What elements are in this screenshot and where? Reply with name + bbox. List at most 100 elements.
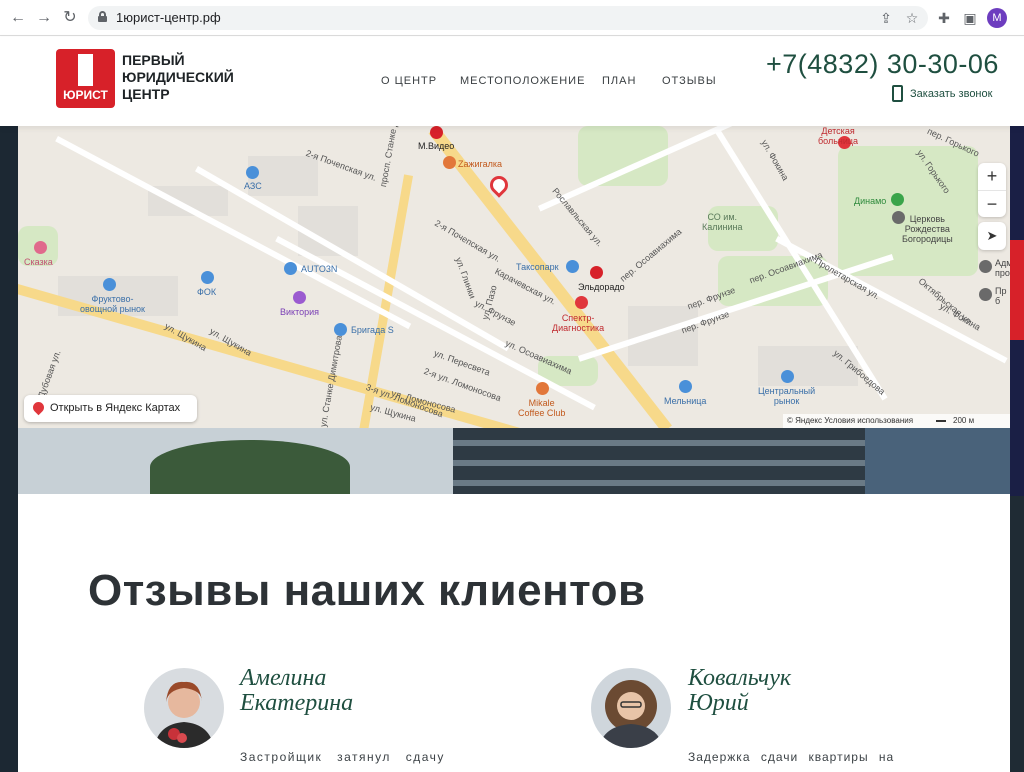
reload-icon[interactable]: ↻ [60, 8, 80, 28]
copyright-text[interactable]: © Яндекс Условия использования [787, 416, 913, 425]
poi-label: Бригада S [351, 325, 394, 335]
gas-station-icon[interactable] [246, 166, 259, 179]
share-icon[interactable]: ⇪ [876, 8, 896, 28]
street-label: 2-я Почепская ул. [433, 218, 503, 264]
poi-label: Мельница [664, 396, 707, 406]
browser-toolbar: ← → ↻ 1юрист-центр.рф ⇪ ☆ ✚ ▣ M [0, 0, 1024, 36]
scale-bar [936, 420, 946, 422]
open-in-yandex-label: Открыть в Яндекс Картах [50, 402, 181, 414]
background-red-accent [1010, 240, 1024, 340]
poi-label: АЗС [244, 181, 262, 191]
victoria-marker[interactable] [293, 291, 306, 304]
building-image [453, 428, 865, 494]
poi-label: Пр б [995, 286, 1007, 306]
nav-location[interactable]: МЕСТОПОЛОЖЕНИЕ [460, 75, 585, 87]
logo-text-line3: ЦЕНТР [122, 86, 170, 102]
logo-text: ПЕРВЫЙ ЮРИДИЧЕСКИЙ ЦЕНТР [122, 52, 234, 103]
phone-icon [892, 85, 903, 102]
map-copyright: © Яндекс Условия использования 200 м [783, 414, 1010, 428]
poi-label: Фруктово- овощной рынок [80, 294, 145, 314]
admin-marker[interactable] [979, 260, 992, 273]
building-right-image [865, 428, 1010, 494]
phone-number[interactable]: +7(4832) 30-30-06 [766, 49, 999, 80]
reviewer-name-line2: Екатерина [240, 690, 354, 716]
reviewer-name-line1: Ковальчук [688, 665, 792, 691]
back-icon[interactable]: ← [8, 8, 28, 28]
logo-one-glyph [78, 54, 93, 86]
dinamo-marker[interactable] [891, 193, 904, 206]
central-market-marker[interactable] [781, 370, 794, 383]
poi-label: Эльдорадо [578, 282, 625, 292]
sports-icon[interactable] [201, 271, 214, 284]
street-label: ул. Фрунзе [473, 298, 518, 328]
street-label: проcп. Станке Димитрова [378, 126, 407, 188]
reviewer-name: Ковальчук Юрий [688, 666, 791, 716]
trees-image [150, 440, 350, 494]
poi-label: Детская больница [818, 126, 859, 146]
brigada-marker[interactable] [334, 323, 347, 336]
reviews-title: Отзывы наших клиентов [88, 566, 646, 615]
poi-label: Таксопарк [516, 262, 559, 272]
profile-avatar[interactable]: M [987, 8, 1007, 28]
review-text: Застройщик затянул сдачу [240, 750, 445, 764]
skazka-marker[interactable] [34, 241, 47, 254]
geolocation-button[interactable]: ➤ [978, 222, 1006, 250]
eldorado-marker[interactable] [590, 266, 603, 279]
poi-label: Церковь Рождества Богородицы [902, 214, 953, 244]
callback-link[interactable]: Заказать звонок [910, 88, 992, 100]
review-text: Задержка сдачи квартиры на [688, 750, 895, 764]
logo[interactable]: ЮРИСТ [56, 49, 115, 108]
street-label: Рославльская ул. [550, 186, 605, 249]
zazhigalka-marker[interactable] [443, 156, 456, 169]
coffee-marker[interactable] [536, 382, 549, 395]
reviewer-name-line2: Юрий [688, 690, 749, 716]
forward-icon[interactable]: → [34, 8, 54, 28]
logo-text-line2: ЮРИДИЧЕСКИЙ [122, 69, 234, 85]
street-label: 2-я ул. Ломоносова [422, 366, 503, 404]
street-label: пер. Осоавиахима [618, 226, 684, 284]
open-in-yandex-maps-button[interactable]: Открыть в Яндекс Картах [24, 395, 197, 422]
nav-plan[interactable]: ПЛАН [602, 75, 636, 87]
street-label: ул. Фокина [759, 138, 791, 183]
poi-label: СО им. Калинина [702, 212, 743, 232]
market-icon[interactable] [103, 278, 116, 291]
reviews-section: Отзывы наших клиентов Амелина Екатерина … [18, 494, 1010, 772]
yandex-map[interactable]: 2-я Почепская ул. проcп. Станке Димитров… [18, 126, 1010, 428]
star-icon[interactable]: ☆ [902, 8, 922, 28]
zoom-in-button[interactable]: + [978, 163, 1006, 190]
clinic-marker[interactable] [575, 296, 588, 309]
map-pin-icon [30, 399, 47, 416]
poi-label: Zажигалка [458, 159, 503, 169]
poi-marker[interactable] [979, 288, 992, 301]
logo-word: ЮРИСТ [63, 88, 108, 102]
avatar [591, 668, 671, 748]
url-text[interactable]: 1юрист-центр.рф [116, 10, 221, 26]
poi-label: Сказка [24, 257, 53, 267]
zoom-out-button[interactable]: − [978, 190, 1006, 217]
taxi-marker[interactable] [566, 260, 579, 273]
background-left-edge [0, 126, 18, 772]
melnitsa-marker[interactable] [679, 380, 692, 393]
reviewer-name-line1: Амелина [240, 665, 327, 691]
poi-label: Виктория [280, 307, 320, 317]
street-label: Дубовая ул. [36, 348, 63, 400]
extensions-icon[interactable]: ✚ [934, 8, 954, 28]
mvideo-marker[interactable] [430, 126, 443, 139]
poi-label: Динамо [854, 196, 887, 206]
avatar [144, 668, 224, 748]
poi-label: Центральный рынок [758, 386, 816, 406]
logo-text-line1: ПЕРВЫЙ [122, 52, 185, 68]
poi-label: М.Видео [418, 141, 455, 151]
nav-reviews[interactable]: ОТЗЫВЫ [662, 75, 717, 87]
scale-label: 200 м [953, 416, 975, 425]
poi-label: Спектр- Диагностика [552, 313, 605, 333]
street-label: ул. Глинки [453, 256, 478, 300]
auto3n-marker[interactable] [284, 262, 297, 275]
nav-about[interactable]: О ЦЕНТР [381, 75, 437, 87]
navigation-arrow-icon: ➤ [986, 228, 998, 243]
address-bar[interactable]: 1юрист-центр.рф [88, 6, 928, 30]
poi-label: Адм про [995, 258, 1010, 278]
sidebar-icon[interactable]: ▣ [960, 8, 980, 28]
lock-icon[interactable] [98, 11, 107, 22]
poi-label: Mikale Coffee Club [518, 398, 566, 418]
